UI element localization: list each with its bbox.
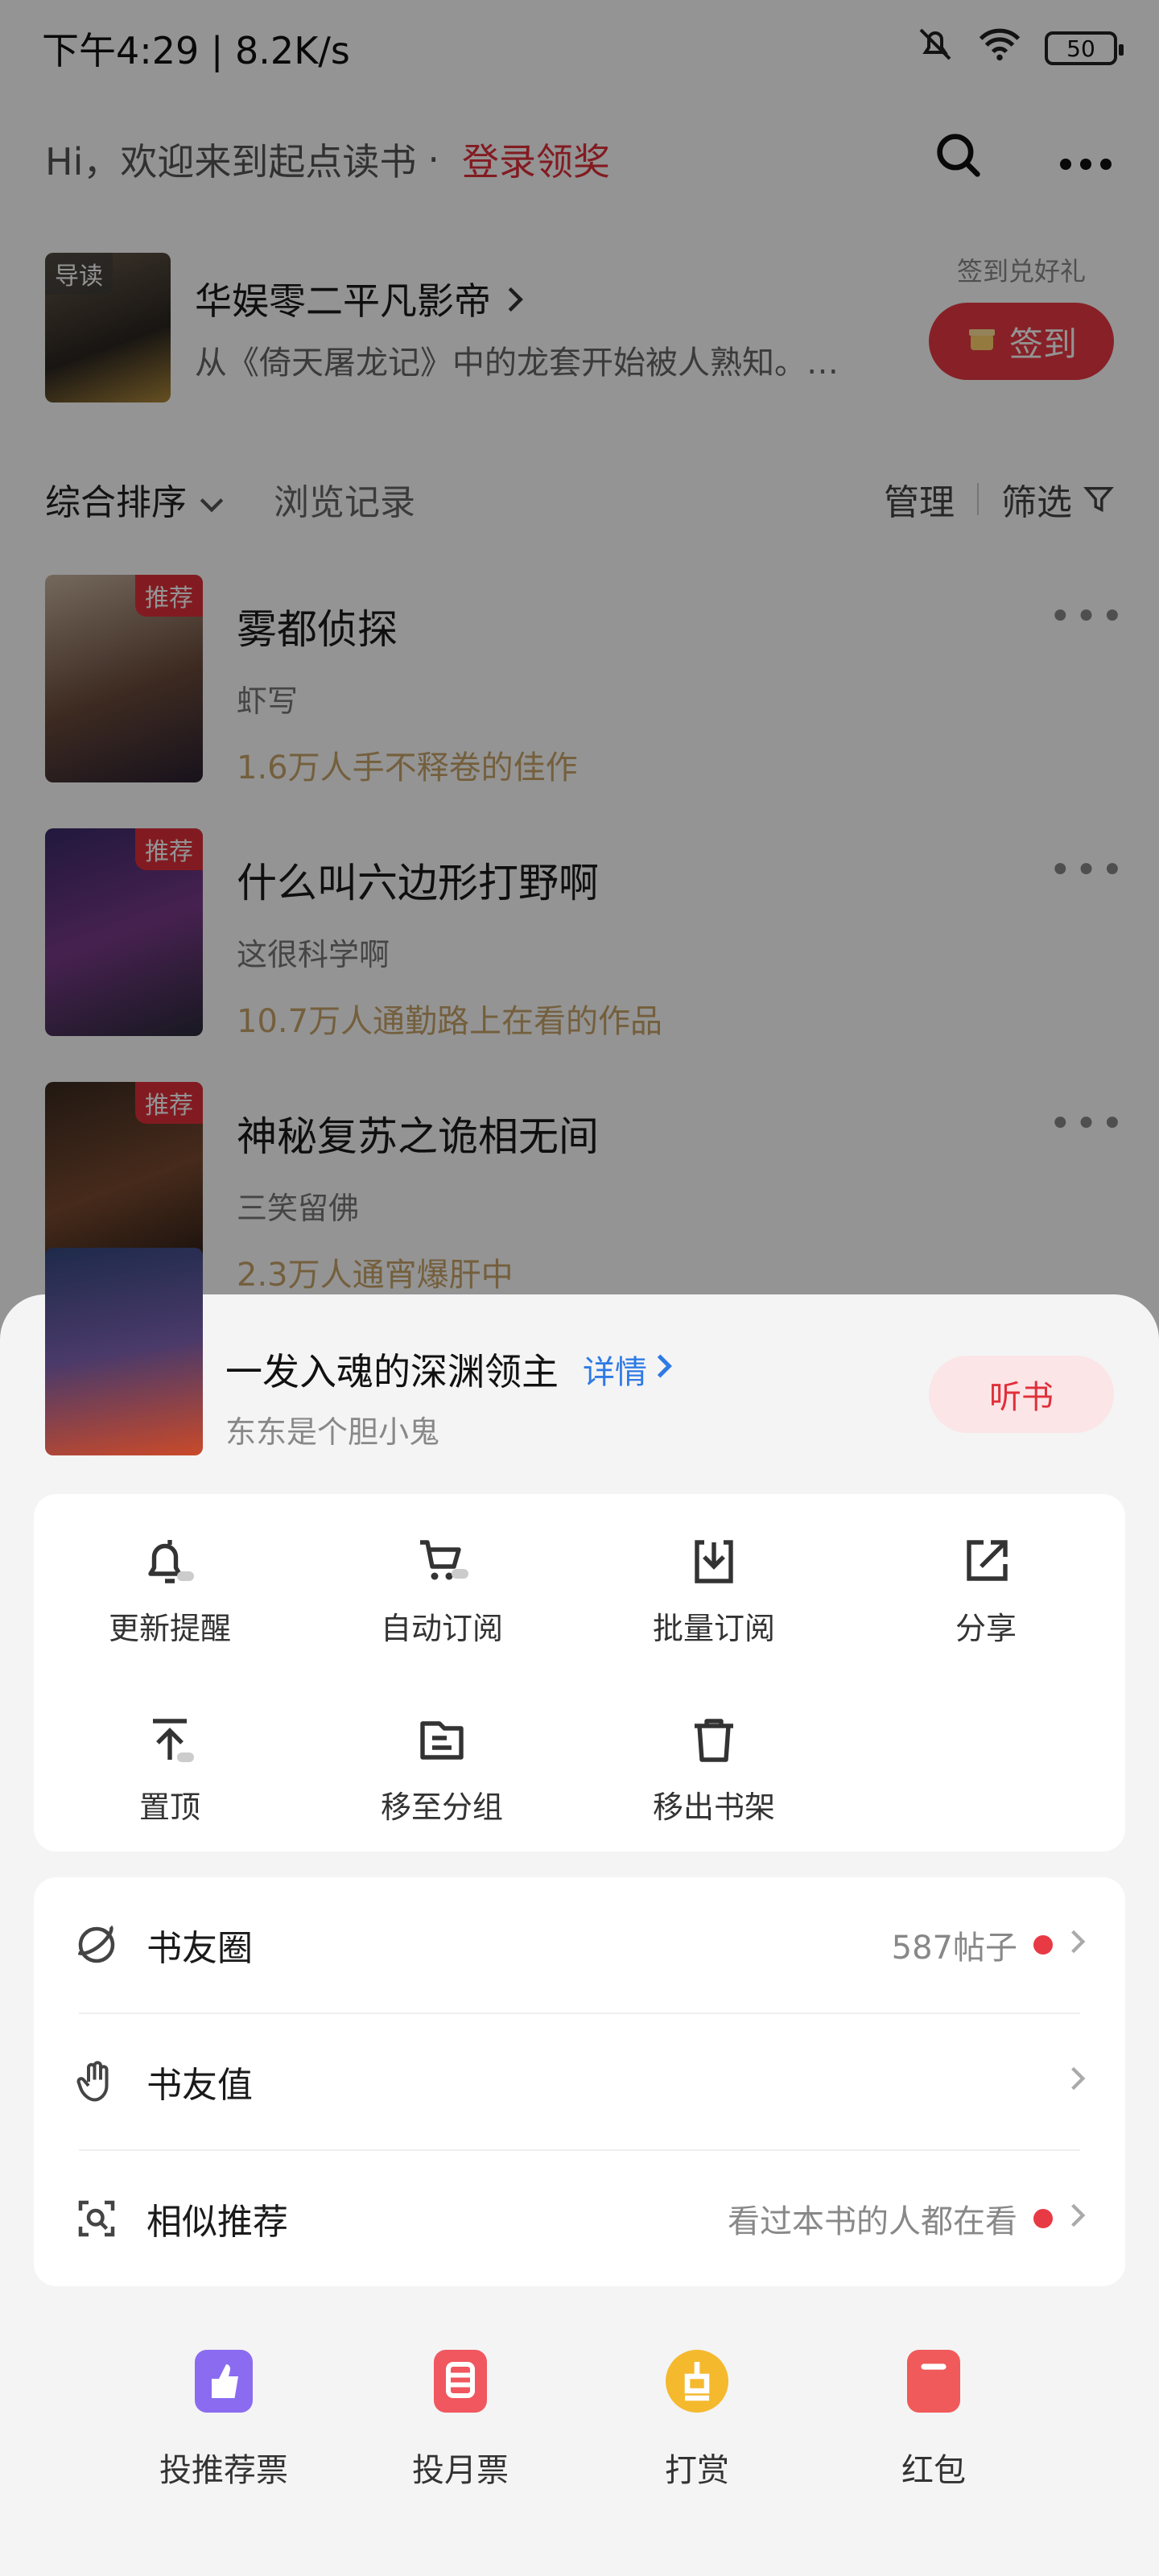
reward-tip[interactable]: 打赏	[592, 2341, 802, 2491]
operations-card: 更新提醒 自动订阅 批量订阅 分享 置顶 移至分组 移出书架	[34, 1494, 1125, 1852]
detail-link[interactable]: 详情	[583, 1346, 674, 1393]
unread-dot	[1033, 1935, 1053, 1955]
op-move-group[interactable]: 移至分组	[306, 1673, 578, 1834]
share-icon	[955, 1531, 1017, 1592]
trash-icon	[683, 1710, 744, 1771]
op-batch-subscribe[interactable]: 批量订阅	[578, 1494, 850, 1655]
cart-icon	[411, 1531, 472, 1592]
rewards-row: 投推荐票 投月票 打赏 红包	[0, 2341, 1159, 2550]
month-ticket-icon	[420, 2341, 501, 2421]
op-auto-subscribe[interactable]: 自动订阅	[306, 1494, 578, 1655]
link-similar[interactable]: 相似推荐 看过本书的人都在看	[34, 2151, 1125, 2286]
listen-button[interactable]: 听书	[929, 1356, 1114, 1433]
op-pin-top[interactable]: 置顶	[34, 1673, 306, 1834]
scan-icon	[72, 2194, 121, 2243]
reward-red-packet[interactable]: 红包	[829, 2341, 1038, 2491]
link-book-circle[interactable]: 书友圈 587帖子	[34, 1877, 1125, 2013]
red-packet-icon	[893, 2341, 974, 2421]
link-fan-value[interactable]: 书友值	[34, 2014, 1125, 2149]
sheet-header: 一发入魂的深渊领主 详情 东东是个胆小鬼 听书	[45, 1248, 1114, 1472]
chevron-right-icon	[1069, 2200, 1087, 2237]
bell-icon	[139, 1531, 200, 1592]
pin-top-icon	[139, 1710, 200, 1771]
chevron-right-icon	[654, 1351, 674, 1388]
links-card: 书友圈 587帖子 书友值 相似推荐 看过本书的人都在看	[34, 1877, 1125, 2286]
sheet-book-author: 东东是个胆小鬼	[225, 1414, 440, 1450]
hand-icon	[72, 2058, 121, 2106]
op-remove-shelf[interactable]: 移出书架	[578, 1673, 850, 1834]
chevron-right-icon	[1069, 2063, 1087, 2100]
chevron-right-icon	[1069, 1926, 1087, 1963]
sheet-book-cover[interactable]	[45, 1248, 203, 1455]
op-update-reminder[interactable]: 更新提醒	[34, 1494, 306, 1655]
unread-dot	[1033, 2209, 1053, 2228]
post-count: 587帖子	[891, 1930, 1017, 1967]
book-action-sheet: 一发入魂的深渊领主 详情 东东是个胆小鬼 听书 更新提醒 自动订阅 批量订阅 分…	[0, 1248, 1159, 2576]
folder-icon	[411, 1710, 472, 1771]
coin-icon	[657, 2341, 737, 2421]
op-share[interactable]: 分享	[850, 1494, 1122, 1655]
reward-recommend-ticket[interactable]: 投推荐票	[119, 2341, 328, 2491]
thumb-ticket-icon	[184, 2341, 264, 2421]
download-icon	[683, 1531, 744, 1592]
reward-month-ticket[interactable]: 投月票	[356, 2341, 565, 2491]
planet-icon	[72, 1921, 121, 1969]
sheet-book-title: 一发入魂的深渊领主	[225, 1350, 559, 1393]
similar-hint: 看过本书的人都在看	[728, 2203, 1017, 2240]
